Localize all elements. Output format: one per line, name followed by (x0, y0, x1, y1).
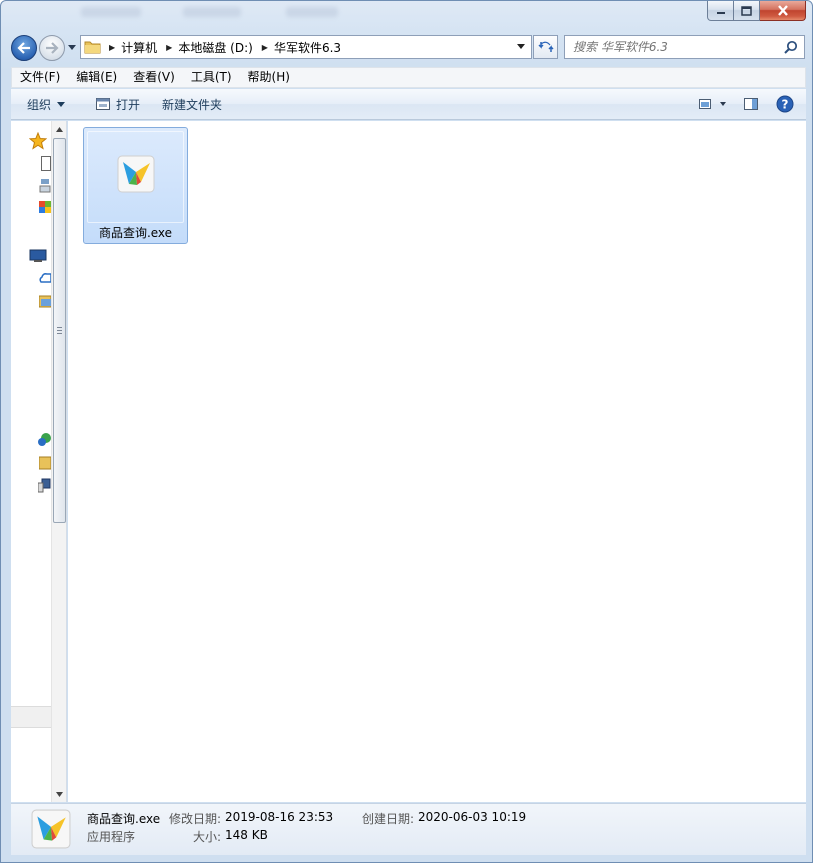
open-label: 打开 (116, 97, 141, 112)
details-pane: 商品查询.exe 应用程序 修改日期: 2019-08-16 23:53 大小:… (11, 803, 806, 855)
arrow-left-icon (17, 42, 30, 54)
menu-file[interactable]: 文件(F) (12, 68, 68, 87)
monitor-icon[interactable] (29, 249, 47, 263)
title-ghost (183, 7, 241, 17)
details-modified-value: 2019-08-16 23:53 (225, 810, 334, 824)
app-kite-icon (31, 809, 71, 849)
forward-button[interactable] (39, 35, 65, 61)
view-icon (699, 99, 726, 109)
desktop-icon[interactable] (41, 156, 51, 172)
downloads-icon[interactable] (39, 178, 51, 194)
chevron-down-icon (57, 101, 66, 107)
maximize-button[interactable] (734, 1, 760, 21)
breadcrumb-separator[interactable]: ▶ (166, 43, 172, 52)
library-icon[interactable] (39, 294, 51, 310)
details-modified-label: 修改日期: (169, 812, 222, 826)
new-folder-button[interactable]: 新建文件夹 (154, 93, 230, 116)
title-ghost (81, 7, 141, 17)
title-ghost (286, 7, 338, 17)
nav-pane-scrollbar[interactable] (51, 121, 66, 802)
view-controls: ? (694, 93, 798, 115)
help-icon: ? (776, 95, 794, 113)
back-button[interactable] (11, 35, 37, 61)
explorer-window: ▶ 计算机 ▶ 本地磁盘 (D:) ▶ 华军软件6.3 文件(F) 编辑(E) … (0, 0, 813, 863)
folder-icon[interactable] (39, 455, 51, 471)
menu-view[interactable]: 查看(V) (125, 68, 183, 87)
svg-text:?: ? (782, 98, 789, 112)
network-icon[interactable] (38, 432, 51, 448)
breadcrumb-separator[interactable]: ▶ (109, 43, 115, 52)
organize-button[interactable]: 组织 (19, 93, 73, 116)
scrollbar-thumb[interactable] (53, 138, 66, 523)
details-file-type: 应用程序 (87, 830, 136, 844)
refresh-button[interactable] (533, 35, 558, 59)
menu-tools[interactable]: 工具(T) (183, 68, 240, 87)
app-kite-icon (117, 155, 155, 193)
cloud-icon[interactable] (39, 271, 51, 287)
preview-pane-icon (744, 98, 758, 110)
minimize-icon (716, 11, 725, 14)
breadcrumb-computer[interactable]: 计算机 (121, 39, 157, 56)
chevron-up-icon (56, 126, 63, 132)
details-size-value: 148 KB (225, 828, 268, 842)
recent-places-icon[interactable] (39, 201, 51, 217)
maximize-icon (741, 5, 752, 16)
organize-label: 组织 (27, 97, 52, 112)
close-button[interactable] (760, 1, 806, 21)
close-icon (777, 5, 788, 16)
arrow-right-icon (46, 42, 59, 54)
star-icon[interactable] (29, 132, 47, 150)
file-item[interactable]: 商品查询.exe (83, 127, 188, 244)
new-folder-label: 新建文件夹 (162, 97, 223, 112)
folder-icon (84, 41, 101, 54)
recent-pages-button[interactable] (67, 43, 77, 53)
search-input[interactable] (565, 40, 775, 54)
address-history-dropdown[interactable] (517, 44, 525, 49)
open-icon (96, 98, 111, 110)
chevron-down-icon (56, 791, 63, 797)
grip-icon (57, 327, 62, 334)
chevron-down-icon (68, 45, 76, 50)
nav-pane-splitter[interactable] (11, 706, 51, 728)
computer-icon[interactable] (38, 478, 51, 494)
details-created-value: 2020-06-03 10:19 (418, 810, 527, 824)
navigation-pane (11, 121, 67, 802)
file-list-pane[interactable]: 商品查询.exe (68, 121, 806, 802)
file-name-label: 商品查询.exe (98, 226, 173, 240)
command-bar: 组织 打开 新建文件夹 ? (11, 89, 806, 120)
details-size-label: 大小: (193, 830, 222, 844)
scroll-down-button[interactable] (52, 786, 66, 802)
refresh-icon (537, 41, 554, 52)
menu-help[interactable]: 帮助(H) (240, 68, 298, 87)
breadcrumb-current-folder[interactable]: 华军软件6.3 (274, 39, 341, 56)
search-box[interactable] (564, 35, 805, 59)
address-bar[interactable]: ▶ 计算机 ▶ 本地磁盘 (D:) ▶ 华军软件6.3 (80, 35, 532, 59)
search-icon[interactable] (784, 40, 798, 54)
breadcrumb-drive-d[interactable]: 本地磁盘 (D:) (178, 39, 252, 56)
menu-bar: 文件(F) 编辑(E) 查看(V) 工具(T) 帮助(H) (11, 67, 806, 88)
open-button[interactable]: 打开 (87, 93, 148, 116)
details-file-name: 商品查询.exe (87, 812, 161, 826)
details-created-label: 创建日期: (362, 812, 415, 826)
minimize-button[interactable] (707, 1, 734, 21)
change-view-button[interactable] (694, 93, 732, 115)
caption-buttons (707, 1, 806, 21)
help-button[interactable]: ? (772, 93, 798, 115)
scroll-up-button[interactable] (52, 121, 66, 137)
menu-edit[interactable]: 编辑(E) (68, 68, 125, 87)
breadcrumb-separator[interactable]: ▶ (262, 43, 268, 52)
preview-pane-button[interactable] (738, 93, 764, 115)
